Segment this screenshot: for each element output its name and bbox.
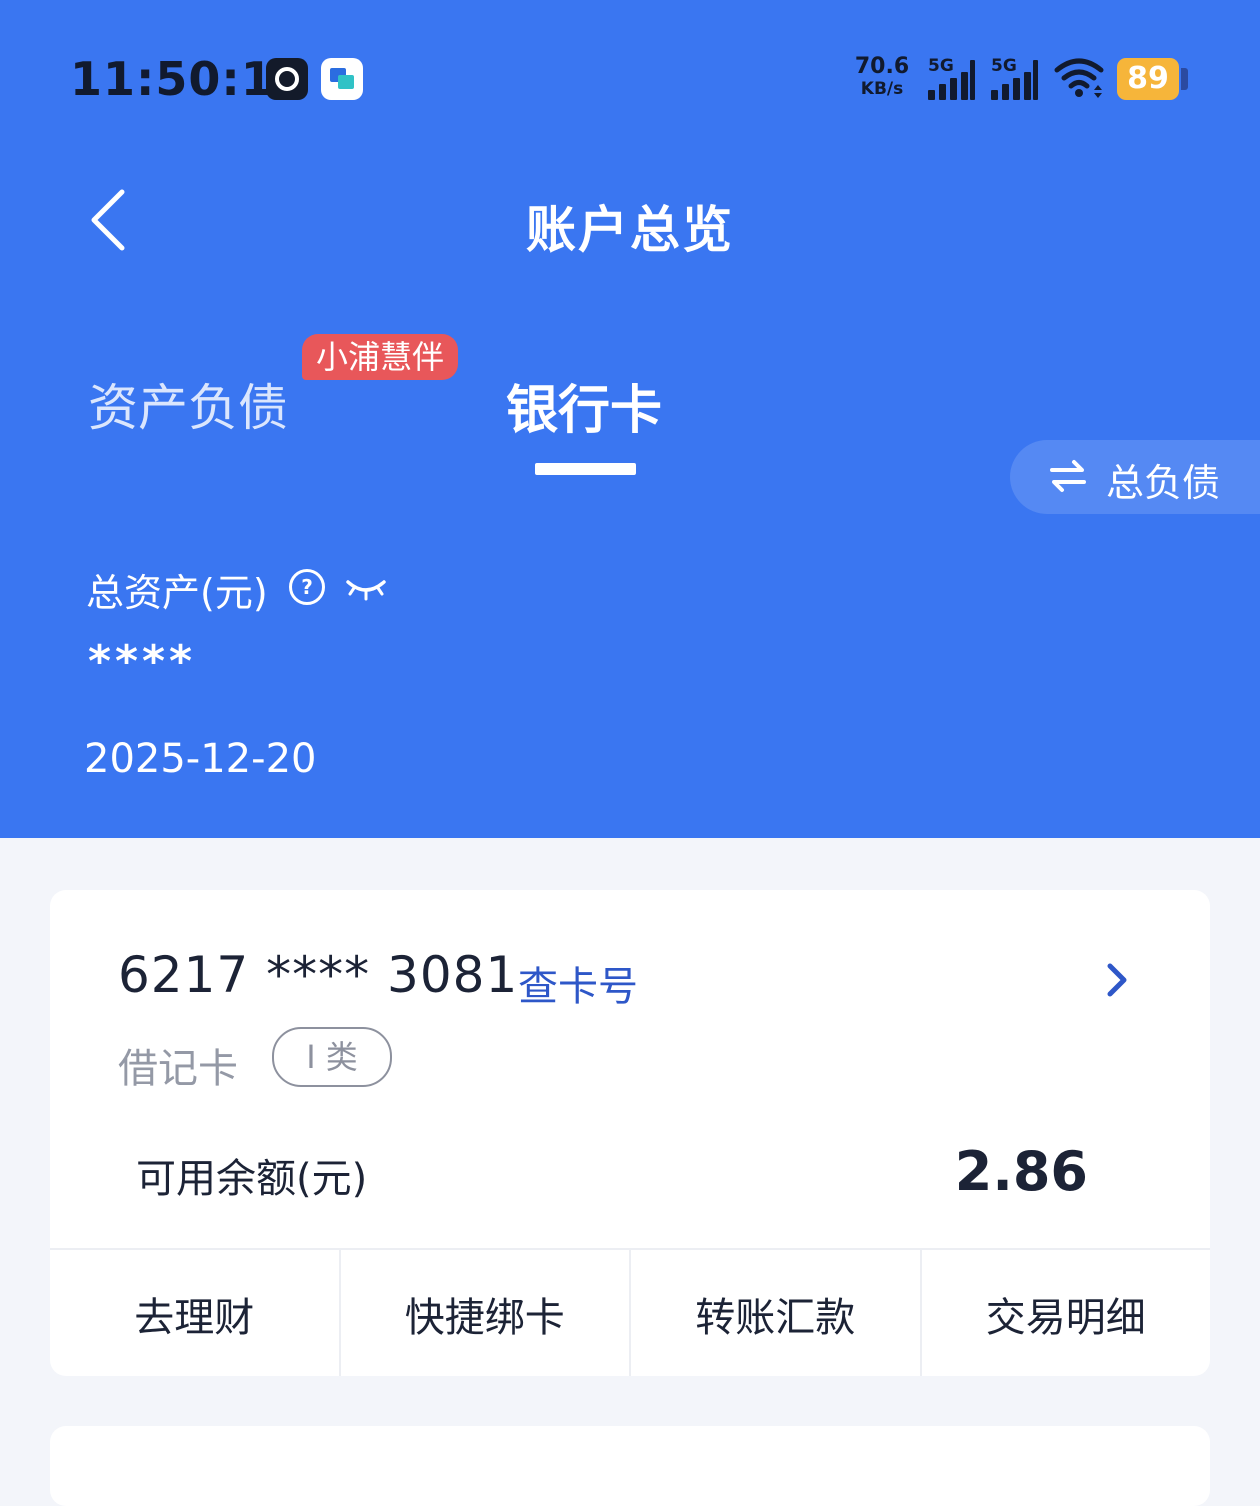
eye-closed-icon[interactable]	[344, 574, 388, 602]
bank-card-panel[interactable]: 6217 **** 3081 查卡号 借记卡 I 类 可用余额(元) 2.86 …	[50, 890, 1210, 1376]
chevron-right-icon[interactable]	[1104, 960, 1130, 1000]
swap-icon	[1050, 460, 1086, 492]
network-speed-value: 70.6	[854, 54, 910, 79]
wealth-management-button[interactable]: 去理财	[50, 1250, 341, 1376]
wifi-icon	[1054, 58, 1104, 98]
total-liabilities-label: 总负债	[1106, 461, 1221, 505]
page-title: 账户总览	[526, 201, 734, 259]
network-speed: 70.6 KB/s	[854, 56, 910, 100]
header: 11:50:12 70.6 KB/s 5G 5G 89 账户总览 资产负债 小浦…	[0, 0, 1260, 838]
total-liabilities-button[interactable]: 总负债	[1010, 440, 1260, 514]
notification-app-icon-2	[321, 58, 363, 100]
card-number: 6217 **** 3081	[118, 946, 519, 1004]
card-type: 借记卡	[118, 1046, 238, 1092]
signal-icon-2: 5G	[991, 56, 1041, 100]
balance-label: 可用余额(元)	[136, 1156, 368, 1202]
battery-cap	[1181, 68, 1188, 90]
card-class-badge: I 类	[272, 1027, 392, 1087]
balance-value: 2.86	[954, 1140, 1088, 1203]
view-card-number-link[interactable]: 查卡号	[518, 954, 638, 1012]
signal-label: 5G	[928, 56, 954, 76]
promo-badge[interactable]: 小浦慧伴	[302, 334, 459, 380]
signal-label-2: 5G	[991, 56, 1017, 76]
card-actions: 去理财 快捷绑卡 转账汇款 交易明细	[50, 1248, 1210, 1376]
tab-bank-cards[interactable]: 银行卡	[506, 368, 662, 443]
active-tab-indicator	[535, 463, 636, 475]
network-speed-unit: KB/s	[860, 79, 904, 99]
notification-app-icon	[266, 58, 308, 100]
next-card-panel[interactable]	[50, 1426, 1210, 1506]
battery-indicator: 89	[1117, 58, 1179, 100]
transfer-button[interactable]: 转账汇款	[631, 1250, 922, 1376]
help-icon[interactable]: ?	[289, 569, 325, 605]
transaction-details-button[interactable]: 交易明细	[922, 1250, 1211, 1376]
assets-date: 2025-12-20	[84, 736, 317, 782]
quick-bind-card-button[interactable]: 快捷绑卡	[341, 1250, 631, 1376]
total-assets-value: ****	[88, 636, 197, 687]
signal-icon: 5G	[928, 56, 978, 100]
total-assets-label: 总资产(元)	[86, 571, 268, 615]
tab-assets-liabilities[interactable]: 资产负债	[88, 368, 288, 440]
